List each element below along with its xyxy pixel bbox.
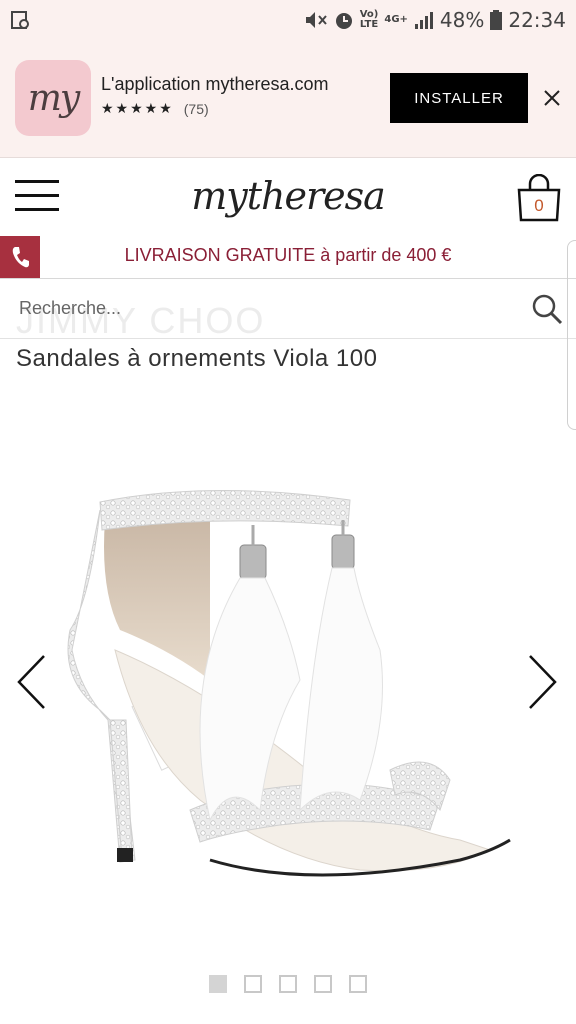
rating-count: (75) [183, 100, 209, 117]
free-shipping-notice: LIVRAISON GRATUITE à partir de 400 € [124, 245, 452, 265]
network-type: 4G+ [384, 14, 408, 25]
screen-recorder-icon [11, 11, 29, 29]
search-input[interactable]: Recherche... [19, 298, 121, 319]
site-header: mytheresa 0 [0, 158, 576, 234]
previous-image-arrow-icon[interactable] [14, 652, 48, 712]
product-title: Sandales à ornements Viola 100 [16, 345, 378, 372]
app-install-banner: my L'application mytheresa.com ★★★★★ (75… [0, 40, 576, 158]
pagination-dot[interactable] [209, 975, 227, 993]
status-left [10, 10, 30, 30]
pagination-dot[interactable] [279, 975, 297, 993]
signal-icon [414, 12, 433, 29]
battery-percent: 48% [439, 8, 485, 32]
alarm-icon [335, 13, 352, 29]
volte-bottom: LTE [359, 19, 379, 30]
status-right: Vo) LTE 4G+ 48% 22:34 [304, 8, 566, 32]
product-image[interactable] [60, 480, 520, 900]
search-icon[interactable] [530, 292, 564, 326]
image-pagination [0, 975, 576, 993]
battery-icon [490, 10, 503, 30]
app-banner-title: L'application mytheresa.com [101, 74, 329, 94]
app-rating: ★★★★★ (75) [101, 100, 209, 117]
status-bar: Vo) LTE 4G+ 48% 22:34 [0, 0, 576, 40]
app-icon-text: my [27, 77, 81, 119]
mute-icon [305, 12, 327, 28]
bag-count: 0 [534, 196, 544, 215]
site-logo[interactable]: mytheresa [0, 174, 576, 218]
clock: 22:34 [508, 8, 566, 32]
volte-indicator: Vo) LTE [360, 10, 379, 30]
pagination-dot[interactable] [244, 975, 262, 993]
close-banner-icon[interactable] [541, 87, 563, 109]
next-image-arrow-icon[interactable] [526, 652, 560, 712]
install-button[interactable]: INSTALLER [390, 73, 528, 123]
pagination-dot[interactable] [314, 975, 332, 993]
app-icon[interactable]: my [15, 60, 91, 136]
pagination-dot[interactable] [349, 975, 367, 993]
scroll-handle[interactable] [567, 240, 576, 430]
rating-stars: ★★★★★ [101, 100, 174, 116]
